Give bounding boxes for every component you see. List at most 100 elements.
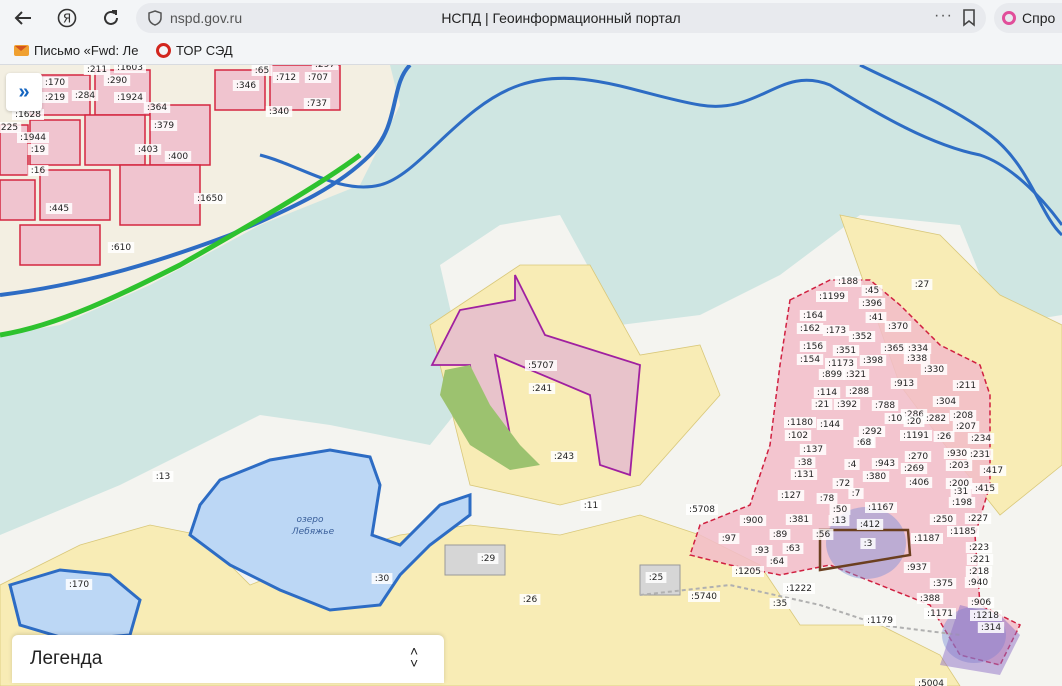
parcel-label[interactable]: :899	[822, 370, 842, 380]
parcel-label[interactable]: :102	[788, 431, 808, 441]
parcel-label[interactable]: :234	[971, 434, 991, 444]
parcel-label[interactable]: :131	[794, 470, 814, 480]
map-canvas[interactable]: озеро Лебяжье :211:1603:170:290:219:284:…	[0, 65, 1062, 686]
parcel-label[interactable]: :29	[481, 554, 496, 564]
parcel-label[interactable]: :162	[800, 324, 820, 334]
parcel-label[interactable]: :1218	[973, 611, 999, 621]
parcel-label[interactable]: :712	[276, 73, 296, 83]
parcel-label[interactable]: :1187	[914, 534, 940, 544]
parcel-label[interactable]: :25	[649, 573, 663, 583]
parcel-label[interactable]: :26	[523, 595, 538, 605]
parcel-label[interactable]: :211	[956, 381, 976, 391]
bookmark-tor-sed[interactable]: ТОР СЭД	[156, 43, 233, 58]
parcel-label[interactable]: :56	[816, 530, 831, 540]
parcel-label[interactable]: :398	[863, 356, 883, 366]
parcel-label[interactable]: :913	[894, 379, 914, 389]
parcel-label[interactable]: :173	[826, 326, 846, 336]
parcel-label[interactable]: :388	[920, 594, 940, 604]
parcel-label[interactable]: :403	[138, 145, 158, 155]
parcel-label[interactable]: :365	[884, 344, 904, 354]
parcel-label[interactable]: :13	[156, 472, 170, 482]
parcel-label[interactable]: :5004	[918, 679, 944, 686]
parcel-label[interactable]: :1171	[927, 609, 953, 619]
parcel-label[interactable]: :3	[864, 539, 873, 549]
parcel-label[interactable]: :340	[269, 107, 289, 117]
parcel-label[interactable]: :241	[532, 384, 552, 394]
parcel-label[interactable]: :170	[45, 78, 65, 88]
parcel-label[interactable]: :41	[869, 313, 883, 323]
parcel-label[interactable]: :154	[800, 355, 820, 365]
parcel-label[interactable]: :270	[908, 452, 928, 462]
parcel-label[interactable]: :406	[909, 478, 929, 488]
url-text[interactable]: nspd.gov.ru	[170, 10, 242, 26]
parcel-label[interactable]: :375	[933, 579, 953, 589]
parcel-label[interactable]: :1628	[15, 110, 41, 120]
parcel-label[interactable]: :16	[31, 166, 46, 176]
expand-panel-button[interactable]: »	[6, 73, 42, 111]
parcel-label[interactable]: :297	[315, 65, 335, 70]
parcel-label[interactable]: :137	[803, 445, 823, 455]
parcel-label[interactable]: :352	[852, 332, 872, 342]
parcel-label[interactable]: :788	[875, 401, 895, 411]
parcel-label[interactable]: :250	[933, 515, 953, 525]
parcel-label[interactable]: :13	[832, 516, 846, 526]
parcel-label[interactable]: :35	[773, 599, 787, 609]
parcel-label[interactable]: :1199	[819, 292, 845, 302]
parcel-label[interactable]: :1650	[197, 194, 223, 204]
parcel-label[interactable]: :1179	[867, 616, 893, 626]
parcel-label[interactable]: :221	[970, 555, 990, 565]
parcel-label[interactable]: :225	[0, 123, 18, 133]
reload-icon[interactable]	[94, 3, 128, 33]
parcel-label[interactable]: :30	[375, 574, 390, 584]
parcel-label[interactable]: :290	[107, 76, 127, 86]
yandex-icon[interactable]: Я	[50, 3, 84, 33]
parcel-label[interactable]: :1167	[868, 503, 894, 513]
parcel-label[interactable]: :334	[908, 344, 928, 354]
parcel-label[interactable]: :351	[836, 346, 856, 356]
parcel-label[interactable]: :269	[904, 464, 924, 474]
bookmark-mail[interactable]: Письмо «Fwd: Ле	[14, 43, 144, 58]
parcel-label[interactable]: :27	[915, 280, 929, 290]
parcel-label[interactable]: :20	[907, 417, 922, 427]
shield-icon[interactable]	[148, 10, 162, 26]
parcel-label[interactable]: :321	[846, 370, 866, 380]
parcel-label[interactable]: :114	[817, 388, 837, 398]
parcel-label[interactable]: :219	[45, 93, 65, 103]
parcel-label[interactable]: :930	[947, 449, 967, 459]
parcel-label[interactable]: :610	[111, 243, 131, 253]
parcel-label[interactable]: :198	[952, 498, 972, 508]
parcel-label[interactable]: :937	[907, 563, 927, 573]
parcel-label[interactable]: :292	[862, 427, 882, 437]
parcel-label[interactable]: :1180	[787, 418, 813, 428]
parcel-label[interactable]: :64	[770, 557, 785, 567]
parcel-label[interactable]: :381	[789, 515, 809, 525]
parcel-label[interactable]: :400	[168, 152, 188, 162]
parcel-label[interactable]: :1205	[735, 567, 761, 577]
parcel-label[interactable]: :243	[554, 452, 574, 462]
parcel-label[interactable]: :370	[888, 322, 908, 332]
parcel-label[interactable]: :26	[937, 432, 952, 442]
parcel-label[interactable]: :211	[87, 65, 107, 75]
parcel-label[interactable]: :5740	[691, 592, 717, 602]
parcel-label[interactable]: :78	[820, 494, 835, 504]
parcel-label[interactable]: :288	[849, 387, 869, 397]
parcel-label[interactable]: :330	[924, 365, 944, 375]
parcel-label[interactable]: :11	[584, 501, 598, 511]
parcel-label[interactable]: :156	[803, 342, 823, 352]
parcel-label[interactable]: :940	[968, 578, 988, 588]
parcel-label[interactable]: :223	[969, 543, 989, 553]
parcel-label[interactable]: :31	[954, 487, 968, 497]
parcel-label[interactable]: :314	[981, 623, 1001, 633]
parcel-label[interactable]: :943	[875, 459, 895, 469]
parcel-label[interactable]: :1944	[20, 133, 46, 143]
parcel-label[interactable]: :380	[866, 472, 886, 482]
parcel-label[interactable]: :227	[968, 514, 988, 524]
parcel-label[interactable]: :7	[852, 489, 861, 499]
parcel-label[interactable]: :218	[969, 567, 989, 577]
parcel-label[interactable]: :1603	[117, 65, 143, 73]
alice-button[interactable]: Спро	[994, 3, 1062, 33]
legend-toggle-icon[interactable]: ˄ ˅	[410, 644, 418, 670]
parcel-label[interactable]: :231	[970, 450, 990, 460]
parcel-label[interactable]: :707	[308, 73, 328, 83]
parcel-label[interactable]: :906	[971, 598, 991, 608]
